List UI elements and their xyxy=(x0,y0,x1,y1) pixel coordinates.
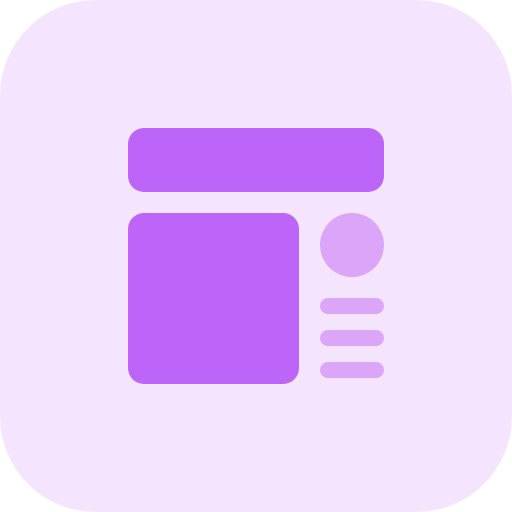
text-line-shape xyxy=(320,330,384,346)
avatar-circle-shape xyxy=(320,213,384,277)
layout-dashboard-icon xyxy=(0,0,512,512)
main-panel-shape xyxy=(128,213,299,384)
header-bar-shape xyxy=(128,128,384,192)
text-line-shape xyxy=(320,362,384,378)
text-line-shape xyxy=(320,298,384,314)
